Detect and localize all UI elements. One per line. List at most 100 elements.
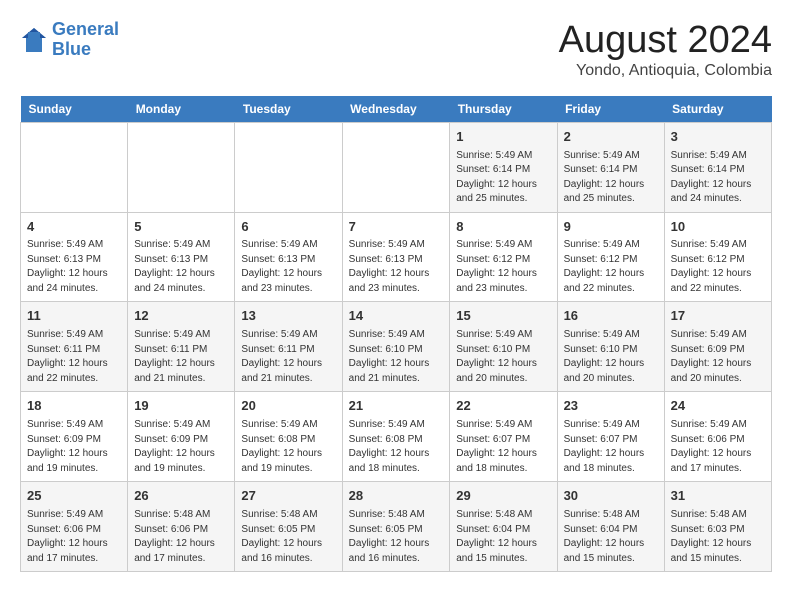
day-number: 25 (27, 487, 121, 506)
day-number: 10 (671, 218, 765, 237)
calendar-cell (128, 122, 235, 212)
day-number: 18 (27, 397, 121, 416)
logo-icon (20, 26, 48, 54)
day-number: 2 (564, 128, 658, 147)
day-number: 17 (671, 307, 765, 326)
header-cell-monday: Monday (128, 96, 235, 123)
calendar-cell: 5Sunrise: 5:49 AM Sunset: 6:13 PM Daylig… (128, 212, 235, 302)
day-number: 13 (241, 307, 335, 326)
calendar-week-row: 1 Sunrise: 5:49 AM Sunset: 6:14 PM Daylig… (21, 122, 772, 212)
header-cell-friday: Friday (557, 96, 664, 123)
day-number: 29 (456, 487, 550, 506)
calendar-cell: 30 Sunrise: 5:48 AM Sunset: 6:04 PM Dayli… (557, 482, 664, 572)
header-cell-thursday: Thursday (450, 96, 557, 123)
day-info: Sunrise: 5:48 AM Sunset: 6:04 PM Dayligh… (564, 508, 658, 566)
logo: General Blue (20, 20, 119, 60)
calendar-cell: 29 Sunrise: 5:48 AM Sunset: 6:04 PM Dayli… (450, 482, 557, 572)
day-info: Sunrise: 5:49 AM Sunset: 6:11 PM Dayligh… (27, 328, 121, 386)
day-info: Sunrise: 5:49 AM Sunset: 6:08 PM Dayligh… (241, 418, 335, 476)
header-row: SundayMondayTuesdayWednesdayThursdayFrid… (21, 96, 772, 123)
day-number: 20 (241, 397, 335, 416)
location-subtitle: Yondo, Antioquia, Colombia (559, 62, 772, 80)
day-number: 16 (564, 307, 658, 326)
day-number: 30 (564, 487, 658, 506)
calendar-cell: 13 Sunrise: 5:49 AM Sunset: 6:11 PM Dayli… (235, 302, 342, 392)
day-info: Sunrise: 5:49 AM Sunset: 6:09 PM Dayligh… (27, 418, 121, 476)
day-info: Sunrise: 5:49 AM Sunset: 6:14 PM Dayligh… (671, 149, 765, 207)
calendar-cell: 1 Sunrise: 5:49 AM Sunset: 6:14 PM Daylig… (450, 122, 557, 212)
calendar-cell: 20 Sunrise: 5:49 AM Sunset: 6:08 PM Dayli… (235, 392, 342, 482)
day-info: Sunrise: 5:49 AM Sunset: 6:06 PM Dayligh… (671, 418, 765, 476)
page-header: General Blue August 2024 Yondo, Antioqui… (20, 20, 772, 80)
day-number: 14 (349, 307, 444, 326)
calendar-week-row: 11 Sunrise: 5:49 AM Sunset: 6:11 PM Dayli… (21, 302, 772, 392)
day-info: Sunrise: 5:49 AM Sunset: 6:10 PM Dayligh… (564, 328, 658, 386)
day-number: 12 (134, 307, 228, 326)
day-number: 23 (564, 397, 658, 416)
day-number: 15 (456, 307, 550, 326)
day-number: 31 (671, 487, 765, 506)
header-cell-tuesday: Tuesday (235, 96, 342, 123)
calendar-cell: 8Sunrise: 5:49 AM Sunset: 6:12 PM Daylig… (450, 212, 557, 302)
day-number: 28 (349, 487, 444, 506)
day-number: 5 (134, 218, 228, 237)
day-number: 1 (456, 128, 550, 147)
day-info: Sunrise: 5:48 AM Sunset: 6:05 PM Dayligh… (241, 508, 335, 566)
calendar-cell: 16 Sunrise: 5:49 AM Sunset: 6:10 PM Dayli… (557, 302, 664, 392)
month-year-title: August 2024 (559, 20, 772, 62)
day-number: 26 (134, 487, 228, 506)
day-info: Sunrise: 5:49 AM Sunset: 6:13 PM Dayligh… (27, 238, 121, 296)
day-info: Sunrise: 5:49 AM Sunset: 6:10 PM Dayligh… (456, 328, 550, 386)
calendar-header: SundayMondayTuesdayWednesdayThursdayFrid… (21, 96, 772, 123)
calendar-cell: 15 Sunrise: 5:49 AM Sunset: 6:10 PM Dayli… (450, 302, 557, 392)
calendar-cell: 10Sunrise: 5:49 AM Sunset: 6:12 PM Dayli… (664, 212, 771, 302)
calendar-cell: 3 Sunrise: 5:49 AM Sunset: 6:14 PM Daylig… (664, 122, 771, 212)
calendar-cell (21, 122, 128, 212)
day-info: Sunrise: 5:49 AM Sunset: 6:06 PM Dayligh… (27, 508, 121, 566)
day-info: Sunrise: 5:49 AM Sunset: 6:10 PM Dayligh… (349, 328, 444, 386)
calendar-cell: 19 Sunrise: 5:49 AM Sunset: 6:09 PM Dayli… (128, 392, 235, 482)
day-info: Sunrise: 5:48 AM Sunset: 6:04 PM Dayligh… (456, 508, 550, 566)
day-info: Sunrise: 5:49 AM Sunset: 6:11 PM Dayligh… (134, 328, 228, 386)
day-info: Sunrise: 5:49 AM Sunset: 6:11 PM Dayligh… (241, 328, 335, 386)
day-info: Sunrise: 5:49 AM Sunset: 6:13 PM Dayligh… (349, 238, 444, 296)
calendar-cell: 14 Sunrise: 5:49 AM Sunset: 6:10 PM Dayli… (342, 302, 450, 392)
day-number: 19 (134, 397, 228, 416)
day-info: Sunrise: 5:49 AM Sunset: 6:07 PM Dayligh… (456, 418, 550, 476)
day-info: Sunrise: 5:49 AM Sunset: 6:12 PM Dayligh… (456, 238, 550, 296)
day-number: 11 (27, 307, 121, 326)
calendar-cell: 23Sunrise: 5:49 AM Sunset: 6:07 PM Dayli… (557, 392, 664, 482)
calendar-cell: 26 Sunrise: 5:48 AM Sunset: 6:06 PM Dayli… (128, 482, 235, 572)
calendar-cell: 18 Sunrise: 5:49 AM Sunset: 6:09 PM Dayli… (21, 392, 128, 482)
calendar-cell: 2Sunrise: 5:49 AM Sunset: 6:14 PM Daylig… (557, 122, 664, 212)
day-info: Sunrise: 5:49 AM Sunset: 6:13 PM Dayligh… (241, 238, 335, 296)
calendar-cell: 22Sunrise: 5:49 AM Sunset: 6:07 PM Dayli… (450, 392, 557, 482)
calendar-week-row: 25 Sunrise: 5:49 AM Sunset: 6:06 PM Dayli… (21, 482, 772, 572)
day-info: Sunrise: 5:49 AM Sunset: 6:14 PM Dayligh… (456, 149, 550, 207)
calendar-cell: 27Sunrise: 5:48 AM Sunset: 6:05 PM Dayli… (235, 482, 342, 572)
day-number: 24 (671, 397, 765, 416)
calendar-cell: 25 Sunrise: 5:49 AM Sunset: 6:06 PM Dayli… (21, 482, 128, 572)
calendar-cell: 12 Sunrise: 5:49 AM Sunset: 6:11 PM Dayli… (128, 302, 235, 392)
day-info: Sunrise: 5:49 AM Sunset: 6:09 PM Dayligh… (134, 418, 228, 476)
day-number: 21 (349, 397, 444, 416)
day-number: 3 (671, 128, 765, 147)
calendar-cell: 31Sunrise: 5:48 AM Sunset: 6:03 PM Dayli… (664, 482, 771, 572)
header-cell-sunday: Sunday (21, 96, 128, 123)
calendar-cell (235, 122, 342, 212)
day-info: Sunrise: 5:49 AM Sunset: 6:08 PM Dayligh… (349, 418, 444, 476)
calendar-table: SundayMondayTuesdayWednesdayThursdayFrid… (20, 96, 772, 572)
calendar-cell (342, 122, 450, 212)
day-number: 7 (349, 218, 444, 237)
day-info: Sunrise: 5:48 AM Sunset: 6:06 PM Dayligh… (134, 508, 228, 566)
header-cell-wednesday: Wednesday (342, 96, 450, 123)
day-info: Sunrise: 5:49 AM Sunset: 6:12 PM Dayligh… (671, 238, 765, 296)
calendar-cell: 4Sunrise: 5:49 AM Sunset: 6:13 PM Daylig… (21, 212, 128, 302)
calendar-cell: 21 Sunrise: 5:49 AM Sunset: 6:08 PM Dayli… (342, 392, 450, 482)
calendar-cell: 6Sunrise: 5:49 AM Sunset: 6:13 PM Daylig… (235, 212, 342, 302)
day-info: Sunrise: 5:49 AM Sunset: 6:12 PM Dayligh… (564, 238, 658, 296)
calendar-cell: 9Sunrise: 5:49 AM Sunset: 6:12 PM Daylig… (557, 212, 664, 302)
calendar-cell: 11 Sunrise: 5:49 AM Sunset: 6:11 PM Dayli… (21, 302, 128, 392)
calendar-cell: 17Sunrise: 5:49 AM Sunset: 6:09 PM Dayli… (664, 302, 771, 392)
calendar-week-row: 18 Sunrise: 5:49 AM Sunset: 6:09 PM Dayli… (21, 392, 772, 482)
